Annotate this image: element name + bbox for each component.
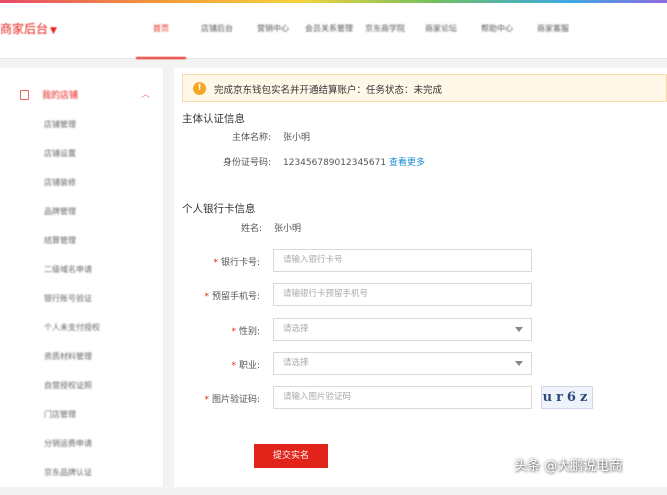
sidebar-item[interactable]: 银行账号验证 <box>44 292 100 321</box>
chevron-up-icon: ︿ <box>140 90 150 100</box>
sidebar-item[interactable]: 门店管理 <box>44 408 100 437</box>
view-more-link[interactable]: 查看更多 <box>389 158 425 168</box>
nav-home[interactable]: 首页 <box>136 3 186 59</box>
gender-select[interactable]: 请选择 <box>273 318 532 341</box>
subject-section-title: 主体认证信息 <box>182 113 245 125</box>
sidebar-item[interactable]: 个人未支付授权 <box>44 321 100 350</box>
nav-forum[interactable]: 商家论坛 <box>416 3 466 59</box>
warning-icon: ! <box>193 82 206 95</box>
nav-help[interactable]: 帮助中心 <box>472 3 522 59</box>
gender-select-value: 请选择 <box>283 324 309 334</box>
nav-store[interactable]: 店铺后台 <box>192 3 242 59</box>
task-notice-banner: ! 完成京东钱包实名并开通结算账户：任务状态：未完成 <box>182 74 667 102</box>
subject-name-value: 张小明 <box>283 133 311 143</box>
sidebar-menu: 店铺管理 店铺设置 店铺装修 品牌管理 结算管理 二级域名申请 银行账号验证 个… <box>44 118 100 495</box>
captcha-label: * 图片验证码: <box>204 395 260 405</box>
job-label: * 职业: <box>231 361 260 371</box>
gender-label: * 性别: <box>231 327 260 337</box>
caret-down-icon <box>515 361 523 366</box>
store-icon <box>20 90 29 100</box>
sidebar-item[interactable]: 二级域名申请 <box>44 263 100 292</box>
sidebar-item[interactable]: 资质材料管理 <box>44 350 100 379</box>
caret-down-icon: ▼ <box>50 26 57 36</box>
sidebar-item[interactable]: 分销运费申请 <box>44 437 100 466</box>
nav-academy[interactable]: 京东商学院 <box>360 3 410 59</box>
nav-marketing[interactable]: 营销中心 <box>248 3 298 59</box>
captcha-image[interactable]: ur6z <box>541 386 593 409</box>
phone-input[interactable]: 请输银行卡预留手机号 <box>273 283 532 306</box>
id-number-row: 123456789012345671 查看更多 <box>283 155 425 168</box>
id-number-label: 身份证号码: <box>222 158 271 168</box>
sidebar-item[interactable]: 品牌管理 <box>44 205 100 234</box>
top-navigation-bar: 商家后台 ▼ 首页 店铺后台 营销中心 会员关系管理 京东商学院 商家论坛 帮助中… <box>0 3 667 59</box>
bank-section-title: 个人银行卡信息 <box>182 203 256 215</box>
nav-service[interactable]: 商家客服 <box>528 3 578 59</box>
holder-name-value: 张小明 <box>274 224 302 234</box>
caret-down-icon <box>515 327 523 332</box>
sidebar: 我的店铺 ︿ 店铺管理 店铺设置 店铺装修 品牌管理 结算管理 二级域名申请 银… <box>0 68 164 487</box>
holder-name-label: 姓名: <box>240 224 262 234</box>
bank-card-input[interactable]: 请输入银行卡号 <box>273 249 532 272</box>
captcha-input[interactable]: 请输入图片验证码 <box>273 386 532 409</box>
sidebar-item[interactable]: 店铺设置 <box>44 147 100 176</box>
job-select-value: 请选择 <box>283 358 309 368</box>
id-number-value: 123456789012345671 <box>283 158 387 168</box>
main-nav: 首页 店铺后台 营销中心 会员关系管理 京东商学院 商家论坛 帮助中心 商家客服 <box>136 3 584 59</box>
phone-label: * 预留手机号: <box>204 292 260 302</box>
brand-label: 商家后台 <box>0 22 49 36</box>
job-label-text: 职业: <box>238 361 260 371</box>
gender-label-text: 性别: <box>238 327 260 337</box>
main-content: ! 完成京东钱包实名并开通结算账户：任务状态：未完成 主体认证信息 主体名称: … <box>174 68 667 487</box>
bank-card-label: * 银行卡号: <box>213 258 260 268</box>
captcha-label-text: 图片验证码: <box>211 395 260 405</box>
sidebar-section-header[interactable]: 我的店铺 ︿ <box>20 88 150 104</box>
sidebar-item[interactable]: 结算管理 <box>44 234 100 263</box>
watermark: 头条 @大鹏说电商 <box>514 459 623 474</box>
brand-menu[interactable]: 商家后台 ▼ <box>0 20 57 37</box>
sidebar-item[interactable]: 自营授权证照 <box>44 379 100 408</box>
sidebar-item[interactable]: 店铺管理 <box>44 118 100 147</box>
bank-card-label-text: 银行卡号: <box>220 258 260 268</box>
job-select[interactable]: 请选择 <box>273 352 532 375</box>
sidebar-item[interactable]: 店铺装修 <box>44 176 100 205</box>
sidebar-section-label: 我的店铺 <box>42 91 79 101</box>
subject-name-label: 主体名称: <box>231 133 271 143</box>
phone-label-text: 预留手机号: <box>211 292 260 302</box>
notice-text: 完成京东钱包实名并开通结算账户：任务状态：未完成 <box>214 85 443 96</box>
submit-verification-button[interactable]: 提交实名 <box>254 444 328 468</box>
sidebar-item[interactable]: 京东品牌认证 <box>44 466 100 495</box>
nav-member[interactable]: 会员关系管理 <box>304 3 354 59</box>
